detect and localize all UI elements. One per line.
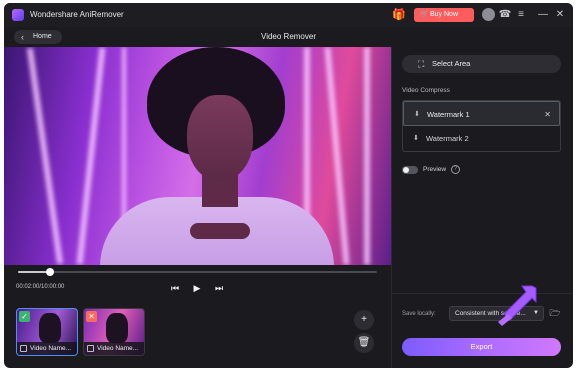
next-frame-button[interactable]: ⏭ xyxy=(212,282,226,294)
seek-bar[interactable] xyxy=(18,268,377,276)
panel-divider xyxy=(391,47,392,368)
previous-frame-button[interactable]: ⏮ xyxy=(168,282,182,294)
support-icon[interactable]: ☎ xyxy=(498,8,512,22)
menu-icon[interactable]: ≡ xyxy=(514,8,528,22)
thumbnail-checkbox[interactable] xyxy=(20,345,27,352)
home-label: Home xyxy=(33,33,52,40)
video-subject-face xyxy=(187,95,253,181)
neon-light-decor xyxy=(26,47,64,265)
minimize-icon[interactable]: — xyxy=(536,8,550,22)
buy-now-button[interactable]: 🛒 Buy Now xyxy=(414,8,474,22)
select-area-icon: ⛶ xyxy=(418,59,425,69)
app-logo-icon xyxy=(12,9,24,21)
save-locally-label: Save locally: xyxy=(402,311,436,317)
section-label: Video Compress xyxy=(402,87,450,94)
thumbnail-caption: Video Name... xyxy=(17,342,77,355)
gift-icon[interactable]: 🎁 xyxy=(392,8,406,22)
watermark-item[interactable]: ⬇ Watermark 1 ✕ xyxy=(403,101,560,126)
video-subject-cutout xyxy=(190,223,250,239)
preview-label: Preview xyxy=(423,166,447,173)
app-window: Wondershare AniRemover 🎁 🛒 Buy Now ☎ ≡ —… xyxy=(4,3,573,368)
help-icon[interactable]: ? xyxy=(451,165,460,174)
watermark-label: Watermark 1 xyxy=(427,110,470,119)
buy-now-label: Buy Now xyxy=(430,11,459,18)
neon-light-decor xyxy=(76,47,106,265)
avatar[interactable] xyxy=(482,8,495,21)
seek-handle[interactable] xyxy=(46,268,55,276)
close-icon[interactable]: ✕ xyxy=(544,102,551,127)
thumbnail-name: Video Name... xyxy=(97,345,139,352)
pointer-arrow-icon xyxy=(498,285,537,326)
watermark-icon: ⬇ xyxy=(413,135,419,142)
neon-light-decor xyxy=(364,47,370,265)
watermark-list: ⬇ Watermark 1 ✕ ⬇ Watermark 2 xyxy=(402,100,561,152)
preview-toggle[interactable] xyxy=(402,166,418,174)
title-bar: Wondershare AniRemover 🎁 🛒 Buy Now ☎ ≡ —… xyxy=(4,3,573,27)
watermark-label: Watermark 2 xyxy=(426,134,469,143)
video-preview[interactable] xyxy=(4,47,391,265)
watermark-item[interactable]: ⬇ Watermark 2 xyxy=(403,126,560,151)
thumbnail-name: Video Name... xyxy=(30,345,72,352)
sub-header: Video Remover ‹ Home xyxy=(4,27,573,47)
timecode: 00:02:00/10:00:00 xyxy=(16,284,65,290)
chevron-left-icon: ‹ xyxy=(21,32,24,42)
select-area-button[interactable]: ⛶ Select Area xyxy=(402,55,561,73)
add-video-button[interactable]: + xyxy=(354,310,374,330)
app-title: Wondershare AniRemover xyxy=(30,10,124,19)
thumbnail-preview-image xyxy=(106,313,128,343)
check-icon: ✓ xyxy=(19,311,30,322)
video-thumbnail[interactable]: ✓ Video Name... xyxy=(16,308,78,356)
thumbnail-caption: Video Name... xyxy=(84,342,144,355)
panel-separator xyxy=(392,293,573,294)
video-thumbnail[interactable]: ✕ Video Name... xyxy=(83,308,145,356)
select-area-label: Select Area xyxy=(432,59,471,68)
folder-icon[interactable]: 🗁 xyxy=(549,307,561,319)
thumbnail-checkbox[interactable] xyxy=(87,345,94,352)
page-title: Video Remover xyxy=(261,32,316,41)
export-button[interactable]: Export xyxy=(402,338,561,356)
neon-light-decor xyxy=(324,47,350,265)
close-icon[interactable]: ✕ xyxy=(553,8,567,22)
thumbnail-preview-image xyxy=(39,313,61,343)
delete-button[interactable]: 🗑 xyxy=(354,333,374,353)
play-button[interactable]: ▶ xyxy=(190,282,204,294)
cart-icon: 🛒 xyxy=(420,11,429,18)
error-x-icon: ✕ xyxy=(86,311,97,322)
watermark-icon: ⬇ xyxy=(414,111,420,118)
home-button[interactable]: ‹ Home xyxy=(14,30,62,44)
